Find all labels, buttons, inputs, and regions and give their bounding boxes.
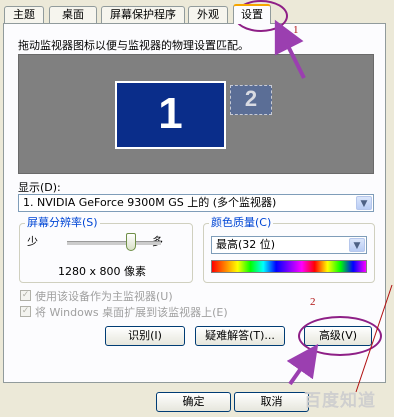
watermark-text: 百度知道 [304,391,376,411]
arrow-to-settings-tab [274,19,306,79]
display-properties-window: 主题 桌面 屏幕保护程序 外观 设置 拖动监视器图标以便与监视器的物理设置匹配。… [0,0,394,417]
annotation-connector-line [355,284,393,393]
annotation-arrows [274,19,393,393]
arrow-to-advanced-button [286,343,319,386]
tab-settings[interactable]: 设置 [233,4,271,24]
